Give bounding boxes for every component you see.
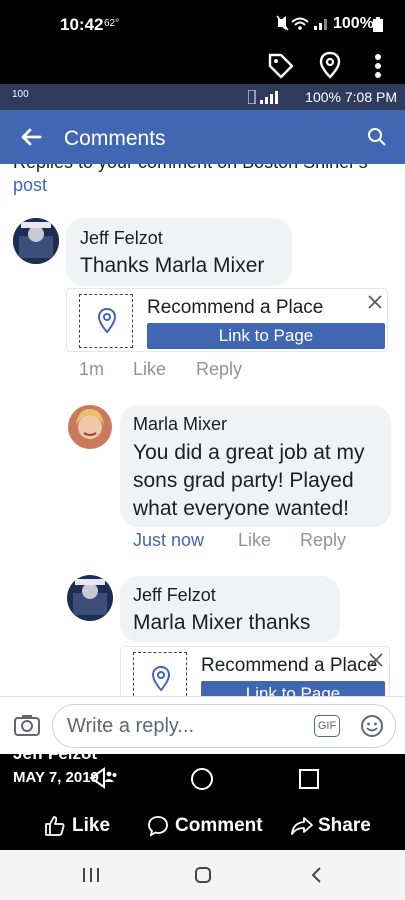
context-line: Replies to your comment on Boston Shiner… xyxy=(13,164,368,173)
battery-icon xyxy=(373,17,383,32)
emoji-icon[interactable] xyxy=(360,714,384,738)
outer-status-bar: 10:42 62° 100% xyxy=(0,0,405,50)
comment-bubble[interactable]: Marla Mixer You did a great job at my so… xyxy=(120,405,391,527)
share-label: Share xyxy=(318,815,371,836)
signal-icon xyxy=(248,90,278,104)
camera-icon[interactable] xyxy=(13,713,41,737)
search-icon[interactable] xyxy=(367,127,387,147)
share-icon xyxy=(291,817,313,835)
outer-status-icons xyxy=(276,15,330,34)
recents-nav-icon xyxy=(299,769,319,789)
reply-link[interactable]: Reply xyxy=(300,530,346,551)
comment-time: 1m xyxy=(79,359,105,379)
comment-author[interactable]: Marla Mixer xyxy=(133,414,227,435)
reply-placeholder: Write a reply... xyxy=(67,715,195,737)
recommend-place-card: Recommend a Place Link to Page xyxy=(66,288,388,352)
comment-text: Thanks Marla Mixer xyxy=(80,254,265,277)
comment-text-line: sons grad party! Played xyxy=(133,469,354,492)
card-title: Recommend a Place xyxy=(147,297,324,318)
avatar[interactable] xyxy=(68,405,112,449)
like-link[interactable]: Like xyxy=(133,359,166,380)
card-title: Recommend a Place xyxy=(201,655,378,676)
context-post-link[interactable]: post xyxy=(13,175,47,196)
home-button-icon[interactable] xyxy=(194,866,212,884)
place-placeholder xyxy=(133,652,187,696)
like-label: Like xyxy=(72,815,111,836)
comment-label: Comment xyxy=(175,815,263,836)
comment-text: You did a great job at my sons grad part… xyxy=(133,439,365,523)
comment-bubble[interactable]: Jeff Felzot Thanks Marla Mixer xyxy=(66,218,292,286)
thumbs-up-icon xyxy=(45,816,65,836)
location-pin-icon[interactable] xyxy=(319,51,341,79)
link-to-page-button[interactable]: Link to Page xyxy=(201,681,385,696)
avatar-photo xyxy=(68,405,112,449)
recommend-place-card: Recommend a Place Link to Page xyxy=(120,646,390,696)
reply-link[interactable]: Reply xyxy=(196,359,242,380)
gif-button[interactable]: GIF xyxy=(314,715,340,737)
context-text: Replies to your comment on Boston Shiner… xyxy=(13,164,368,172)
home-nav-icon xyxy=(191,768,213,790)
comment-text-line: You did a great job at my xyxy=(133,441,365,464)
share-action[interactable]: Share xyxy=(290,814,371,840)
post-author[interactable]: Jeff Felzot xyxy=(13,744,97,764)
outer-post-footer: Jeff Felzot MAY 7, 2019 Like Comment Sha… xyxy=(0,744,405,850)
recents-button-icon[interactable] xyxy=(82,867,100,883)
like-link[interactable]: Like xyxy=(238,530,271,551)
comment-author[interactable]: Jeff Felzot xyxy=(80,228,163,249)
location-pin-icon xyxy=(151,665,171,692)
back-nav-icon xyxy=(89,767,105,789)
comment-time: Just now xyxy=(133,530,205,550)
avatar-photo xyxy=(13,218,59,264)
page-title: Comments xyxy=(64,127,166,150)
like-action[interactable]: Like xyxy=(44,814,124,840)
back-arrow-icon[interactable] xyxy=(20,128,42,146)
system-nav-bar xyxy=(0,850,405,900)
reply-input[interactable]: Write a reply... GIF xyxy=(52,704,396,748)
place-placeholder xyxy=(79,294,133,348)
photo-viewer-toolbar xyxy=(0,50,405,84)
location-pin-icon xyxy=(97,307,117,334)
comment-bubble[interactable]: Jeff Felzot Marla Mixer thanks xyxy=(120,576,340,642)
comments-header: Comments xyxy=(0,110,405,164)
comment-icon xyxy=(148,816,168,837)
outer-clock: 10:42 xyxy=(60,15,104,34)
outer-battery-text: 100% xyxy=(333,15,374,32)
comment-text-line: what everyone wanted! xyxy=(133,497,349,520)
comment-text: Marla Mixer thanks xyxy=(133,611,311,634)
close-icon[interactable] xyxy=(368,295,382,309)
more-options-icon[interactable] xyxy=(374,53,382,79)
avatar[interactable] xyxy=(67,575,113,621)
link-to-page-button[interactable]: Link to Page xyxy=(147,323,385,349)
inner-status-time: 100% 7:08 PM xyxy=(305,89,397,105)
comments-thread: Replies to your comment on Boston Shiner… xyxy=(0,164,405,696)
comment-action[interactable]: Comment xyxy=(147,814,263,840)
inner-status-badge: 100 xyxy=(12,89,29,100)
outer-temperature: 62° xyxy=(104,18,120,29)
tag-icon[interactable] xyxy=(267,52,295,80)
mute-wifi-signal-icon xyxy=(276,15,327,31)
comment-author[interactable]: Jeff Felzot xyxy=(133,585,216,606)
avatar-photo xyxy=(67,575,113,621)
close-icon[interactable] xyxy=(369,653,383,667)
back-button-icon[interactable] xyxy=(310,866,322,884)
avatar[interactable] xyxy=(13,218,59,264)
inner-status-bar: 100 100% 7:08 PM xyxy=(0,84,405,110)
